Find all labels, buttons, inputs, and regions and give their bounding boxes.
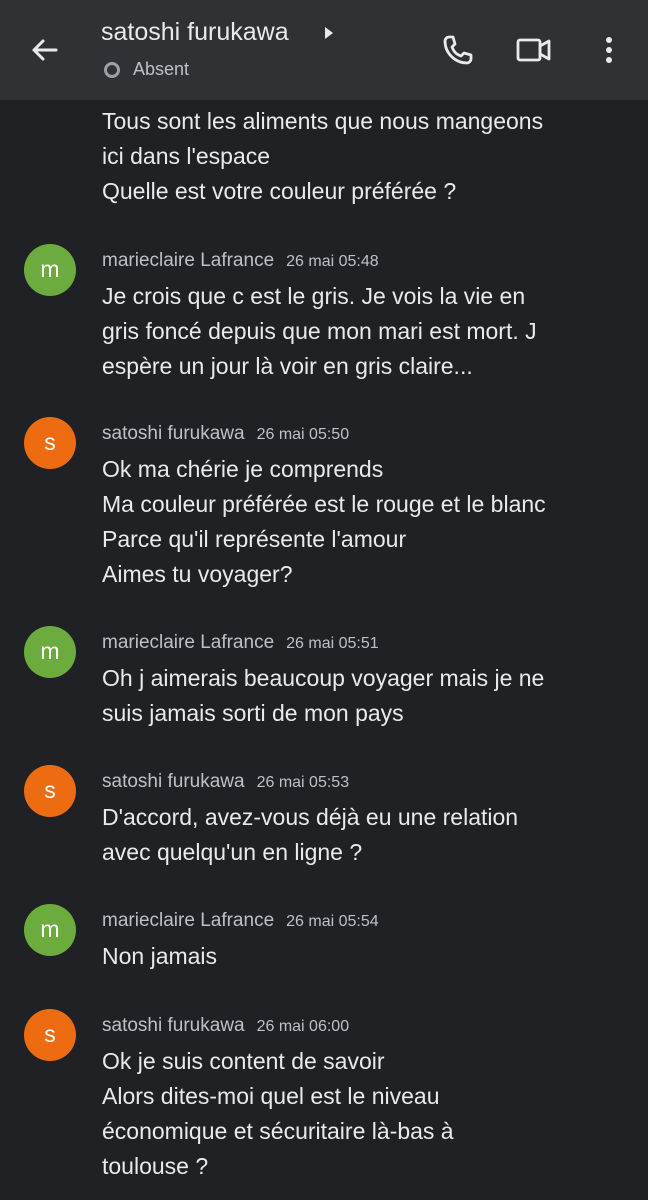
message-timestamp: 26 mai 05:48 <box>286 253 379 270</box>
phone-icon[interactable] <box>440 32 476 68</box>
contact-status: Absent <box>133 59 190 79</box>
message-meta: marieclaire Lafrance 26 mai 05:48 <box>102 250 379 272</box>
avatar[interactable]: m <box>24 244 76 296</box>
message-text: Tous sont les aliments que nous mangeons… <box>102 108 544 204</box>
caret-right-icon[interactable] <box>323 25 335 41</box>
sender-name: marieclaire Lafrance <box>102 910 275 931</box>
avatar[interactable]: s <box>24 765 76 817</box>
message-meta: marieclaire Lafrance 26 mai 05:51 <box>102 632 379 654</box>
message-text: Je crois que c est le gris. Je vois la v… <box>102 283 537 379</box>
message-meta: satoshi furukawa 26 mai 06:00 <box>102 1015 349 1037</box>
message-text: Ok je suis content de savoir Alors dites… <box>102 1048 454 1179</box>
sender-name: marieclaire Lafrance <box>102 250 275 271</box>
message-timestamp: 26 mai 05:54 <box>286 913 379 930</box>
sender-name: satoshi furukawa <box>102 423 245 444</box>
conversation-header: satoshi furukawa Absent <box>0 0 648 100</box>
sender-name: marieclaire Lafrance <box>102 632 275 653</box>
sender-name: satoshi furukawa <box>102 771 245 792</box>
contact-name[interactable]: satoshi furukawa <box>101 18 289 47</box>
sender-name: satoshi furukawa <box>102 1015 245 1036</box>
message-text: D'accord, avez-vous déjà eu une relation… <box>102 804 519 865</box>
message-timestamp: 26 mai 06:00 <box>256 1018 350 1035</box>
message-timestamp: 26 mai 05:53 <box>256 774 350 791</box>
more-options-icon[interactable] <box>595 32 623 68</box>
message-text: Non jamais <box>102 943 218 969</box>
avatar[interactable]: m <box>24 904 76 956</box>
back-arrow-icon[interactable] <box>24 30 64 70</box>
avatar[interactable]: s <box>24 1009 76 1061</box>
message-meta: marieclaire Lafrance 26 mai 05:54 <box>102 910 379 932</box>
avatar[interactable]: s <box>24 417 76 469</box>
status-icon <box>104 62 120 78</box>
message-timestamp: 26 mai 05:51 <box>286 635 379 652</box>
message-text: Ok ma chérie je comprends Ma couleur pré… <box>102 456 546 587</box>
video-call-icon[interactable] <box>516 32 552 68</box>
avatar[interactable]: m <box>24 626 76 678</box>
message-timestamp: 26 mai 05:50 <box>256 426 350 443</box>
message-text: Oh j aimerais beaucoup voyager mais je n… <box>102 665 545 726</box>
message-meta: satoshi furukawa 26 mai 05:50 <box>102 423 349 445</box>
message-meta: satoshi furukawa 26 mai 05:53 <box>102 771 349 793</box>
